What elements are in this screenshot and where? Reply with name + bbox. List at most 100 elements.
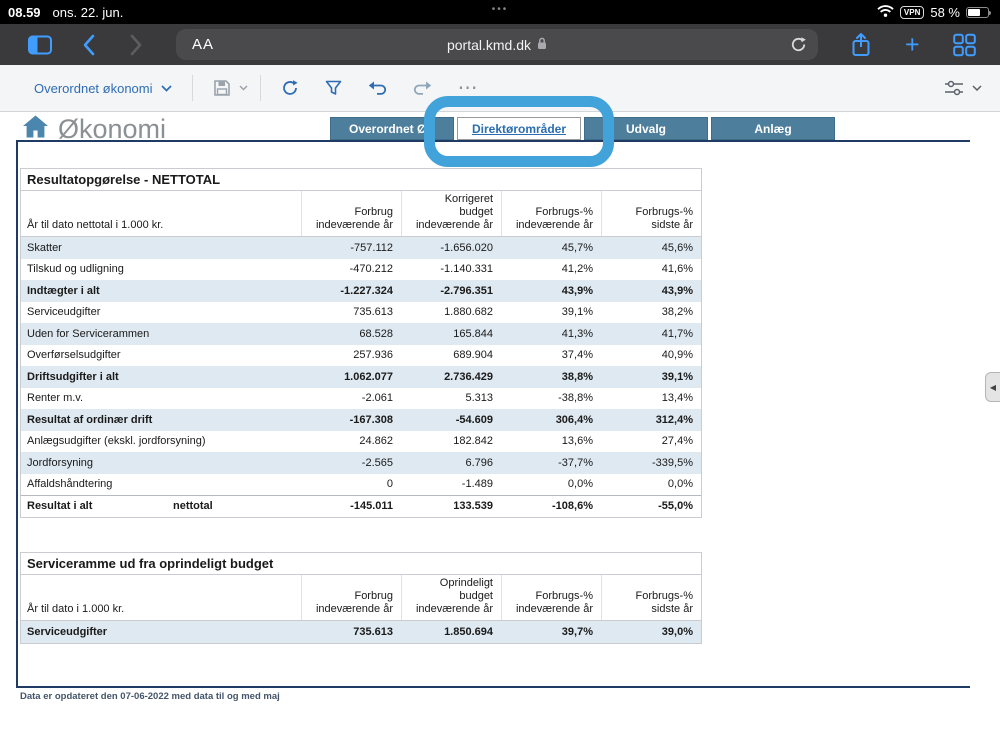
table-body: Skatter -757.112 -1.656.020 45,7% 45,6% … bbox=[21, 237, 701, 517]
cell-pct-sidste: 41,7% bbox=[601, 328, 701, 340]
cell-pct-indevaerende: 306,4% bbox=[501, 414, 601, 426]
view-selector[interactable]: Overordnet økonomi bbox=[34, 81, 172, 96]
row-label: Uden for Servicerammen bbox=[27, 328, 149, 340]
ipad-screen: 08.59 ons. 22. jun. ••• VPN 58 % AA port… bbox=[0, 0, 1000, 750]
chevron-down-icon bbox=[161, 85, 172, 92]
more-options-button[interactable]: ⋯ bbox=[458, 83, 478, 93]
table-title: Serviceramme ud fra oprindeligt budget bbox=[21, 553, 701, 575]
date: ons. 22. jun. bbox=[53, 5, 124, 20]
filter-icon[interactable] bbox=[325, 80, 342, 96]
refresh-icon[interactable] bbox=[281, 79, 299, 97]
forward-button[interactable] bbox=[130, 34, 143, 56]
cell-korrigeret-budget: 6.796 bbox=[401, 457, 501, 469]
save-icon[interactable] bbox=[213, 79, 231, 97]
redo-icon[interactable] bbox=[413, 81, 432, 95]
table-row: Tilskud og udligning -470.212 -1.140.331… bbox=[21, 259, 701, 281]
cell-pct-sidste: 0,0% bbox=[601, 478, 701, 490]
table-title: Resultatopgørelse - NETTOTAL bbox=[21, 169, 701, 191]
multitask-indicator: ••• bbox=[492, 4, 509, 15]
cell-forbrug: 24.862 bbox=[301, 435, 401, 447]
row-label: Renter m.v. bbox=[27, 392, 83, 404]
cell-pct-sidste: 43,9% bbox=[601, 285, 701, 297]
reload-icon[interactable] bbox=[790, 36, 807, 58]
table-header-row: År til dato i 1.000 kr. Forbrug indevære… bbox=[21, 575, 701, 621]
toolbar-divider bbox=[260, 75, 261, 101]
table-header-row: År til dato nettotal i 1.000 kr. Forbrug… bbox=[21, 191, 701, 237]
row-label: Driftsudgifter i alt bbox=[27, 371, 119, 383]
cell-korrigeret-budget: -2.796.351 bbox=[401, 285, 501, 297]
collapse-panel-handle[interactable]: ◀ bbox=[985, 372, 1000, 402]
tab-udvalg[interactable]: Udvalg bbox=[584, 117, 708, 140]
undo-icon[interactable] bbox=[368, 81, 387, 95]
cell-pct-sidste: 27,4% bbox=[601, 435, 701, 447]
toolbar-divider bbox=[192, 75, 193, 101]
cell-pct-indevaerende: 0,0% bbox=[501, 478, 601, 490]
battery-icon bbox=[966, 7, 989, 18]
cell-pct-indevaerende: -38,8% bbox=[501, 392, 601, 404]
cell-korrigeret-budget: 689.904 bbox=[401, 349, 501, 361]
cell-korrigeret-budget: 5.313 bbox=[401, 392, 501, 404]
cell-pct-indevaerende: 41,3% bbox=[501, 328, 601, 340]
table-row: Renter m.v. -2.061 5.313 -38,8% 13,4% bbox=[21, 388, 701, 410]
home-icon[interactable] bbox=[22, 114, 49, 144]
row-label: Resultat af ordinær drift bbox=[27, 414, 152, 426]
cell-forbrug: 68.528 bbox=[301, 328, 401, 340]
tab-anlaeg[interactable]: Anlæg bbox=[711, 117, 835, 140]
wifi-icon bbox=[877, 5, 894, 20]
data-updated-note: Data er opdateret den 07-06-2022 med dat… bbox=[20, 691, 280, 702]
table-row: Driftsudgifter i alt 1.062.077 2.736.429… bbox=[21, 366, 701, 388]
cell-pct-indevaerende: 39,1% bbox=[501, 306, 601, 318]
cell-forbrug: -757.112 bbox=[301, 242, 401, 254]
cell-korrigeret-budget: -1.656.020 bbox=[401, 242, 501, 254]
row-label: Serviceudgifter bbox=[27, 626, 107, 638]
cell-forbrug: 1.062.077 bbox=[301, 371, 401, 383]
report-toolbar: Overordnet økonomi ⋯ bbox=[0, 65, 1000, 112]
cell-pct-indevaerende: 39,7% bbox=[501, 626, 601, 638]
sidebar-toggle-icon[interactable] bbox=[28, 35, 52, 54]
sliders-icon bbox=[944, 80, 964, 96]
corner-header: År til dato i 1.000 kr. bbox=[21, 575, 301, 620]
row-label: Tilskud og udligning bbox=[27, 263, 124, 275]
table-row: Resultat i altnettotal -145.011 133.539 … bbox=[21, 495, 701, 517]
display-options-button[interactable] bbox=[944, 80, 1000, 96]
row-label: Serviceudgifter bbox=[27, 306, 100, 318]
row-label: Jordforsyning bbox=[27, 457, 93, 469]
cell-forbrug: -1.227.324 bbox=[301, 285, 401, 297]
table-body: Serviceudgifter 735.613 1.850.694 39,7% … bbox=[21, 621, 701, 643]
frame-line-left bbox=[16, 140, 18, 688]
cell-forbrug: -470.212 bbox=[301, 263, 401, 275]
row-label: Anlægsudgifter (ekskl. jordforsyning) bbox=[27, 435, 206, 447]
row-label: Resultat i alt bbox=[27, 500, 92, 512]
cell-korrigeret-budget: 2.736.429 bbox=[401, 371, 501, 383]
url-field[interactable]: AA portal.kmd.dk bbox=[176, 29, 818, 60]
cell-forbrug: -2.565 bbox=[301, 457, 401, 469]
cell-pct-sidste: 39,0% bbox=[601, 626, 701, 638]
cell-oprindeligt-budget: 1.850.694 bbox=[401, 626, 501, 638]
tab-overordnet-ok[interactable]: Overordnet ØK bbox=[330, 117, 454, 140]
col-header-pct-sidste: Forbrugs-% sidste år bbox=[601, 191, 701, 236]
tab-direktoromrader[interactable]: Direktørområder bbox=[457, 117, 581, 140]
url-text: portal.kmd.dk bbox=[447, 37, 531, 53]
row-label: Overførselsudgifter bbox=[27, 349, 121, 361]
share-icon[interactable] bbox=[851, 32, 871, 58]
cell-pct-sidste: 312,4% bbox=[601, 414, 701, 426]
row-label: Indtægter i alt bbox=[27, 285, 100, 297]
cell-forbrug: -145.011 bbox=[301, 500, 401, 512]
new-tab-button[interactable]: + bbox=[905, 32, 920, 57]
lock-icon bbox=[537, 37, 547, 53]
tab-overview-icon[interactable] bbox=[953, 33, 976, 56]
frame-line-bottom bbox=[16, 686, 970, 688]
browser-toolbar: AA portal.kmd.dk + bbox=[0, 24, 1000, 65]
cell-pct-sidste: 41,6% bbox=[601, 263, 701, 275]
cell-pct-sidste: 38,2% bbox=[601, 306, 701, 318]
cell-pct-indevaerende: -37,7% bbox=[501, 457, 601, 469]
cell-pct-indevaerende: 45,7% bbox=[501, 242, 601, 254]
service-table: Serviceramme ud fra oprindeligt budget Å… bbox=[20, 552, 702, 644]
cell-pct-indevaerende: 43,9% bbox=[501, 285, 601, 297]
status-bar: 08.59 ons. 22. jun. ••• VPN 58 % bbox=[0, 0, 1000, 24]
reader-mode-button[interactable]: AA bbox=[192, 36, 214, 53]
table-row: Affaldshåndtering 0 -1.489 0,0% 0,0% bbox=[21, 474, 701, 496]
save-dropdown-chevron-icon[interactable] bbox=[239, 85, 248, 91]
back-button[interactable] bbox=[82, 34, 95, 56]
cell-pct-indevaerende: 37,4% bbox=[501, 349, 601, 361]
